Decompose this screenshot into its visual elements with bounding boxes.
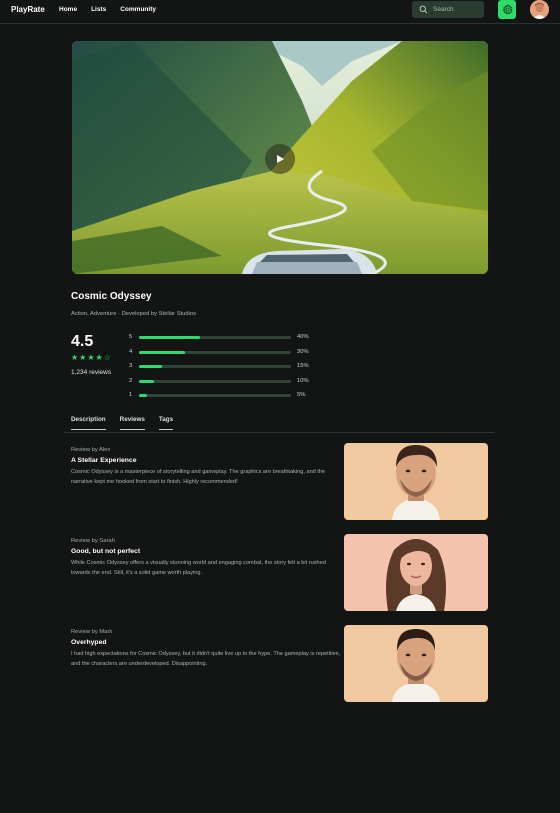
review-author: Review by Mark xyxy=(71,629,113,635)
rating-bar-label: 4 xyxy=(129,348,133,355)
review-author: Review by Sarah xyxy=(71,538,115,544)
rating-bar-pct: 15% xyxy=(297,363,309,370)
star-full-icon: ★ xyxy=(95,353,103,362)
reviewer-portrait xyxy=(344,443,488,520)
gear-icon xyxy=(502,4,513,15)
rating-bar: 3 15% xyxy=(129,362,319,377)
rating-bar-fill xyxy=(139,379,155,383)
rating-bar: 1 5% xyxy=(129,391,319,406)
rating-bar-label: 3 xyxy=(129,363,133,370)
nav-community[interactable]: Community xyxy=(120,6,156,13)
tab-bar: Description Reviews Tags xyxy=(71,416,174,430)
tab-description[interactable]: Description xyxy=(71,416,106,430)
rating-bar-label: 5 xyxy=(129,334,133,340)
hero-media xyxy=(72,41,488,274)
search-icon xyxy=(419,5,428,14)
rating-bar: 2 10% xyxy=(129,377,319,392)
settings-button[interactable] xyxy=(498,0,516,19)
game-title: Cosmic Odyssey xyxy=(71,291,152,302)
rating-bar-fill xyxy=(139,350,185,354)
play-button[interactable] xyxy=(265,144,295,174)
search-box[interactable] xyxy=(412,1,484,18)
rating-bar-label: 1 xyxy=(129,392,133,399)
review-text: Cosmic Odyssey is a masterpiece of story… xyxy=(71,469,326,485)
review-card: Review by Mark Overhyped I had high expe… xyxy=(71,625,489,707)
tab-tags[interactable]: Tags xyxy=(158,416,174,430)
tab-reviews[interactable]: Reviews xyxy=(119,416,145,430)
avatar[interactable] xyxy=(530,0,549,19)
logo[interactable]: PlayRate xyxy=(11,5,45,14)
review-author: Review by Alex xyxy=(71,447,111,453)
rating-bar-fill xyxy=(139,365,162,369)
review-text: I had high expectations for Cosmic Odyss… xyxy=(71,651,341,667)
rating-bar-fill xyxy=(139,336,200,339)
review-title: A Stellar Experience xyxy=(71,457,137,464)
review-card: Review by Alex A Stellar Experience Cosm… xyxy=(71,443,489,525)
star-full-icon: ★ xyxy=(79,353,87,362)
rating-bar: 5 40% xyxy=(129,333,319,348)
nav-lists[interactable]: Lists xyxy=(91,6,106,13)
star-full-icon: ★ xyxy=(87,353,95,362)
reviewer-portrait xyxy=(344,625,488,702)
star-empty-icon: ☆ xyxy=(103,353,111,362)
rating-bar-fill xyxy=(139,394,147,398)
rating-bar: 4 30% xyxy=(129,348,319,363)
rating-bar-label: 2 xyxy=(129,377,133,384)
reviewer-portrait xyxy=(344,534,488,611)
review-text: While Cosmic Odyssey offers a visually s… xyxy=(71,560,326,576)
play-icon xyxy=(277,155,284,163)
review-card: Review by Sarah Good, but not perfect Wh… xyxy=(71,534,489,616)
top-bar: PlayRate Home Lists Community xyxy=(0,0,560,24)
search-input[interactable] xyxy=(433,6,483,13)
rating-bar-pct: 10% xyxy=(297,377,309,384)
rating-stars: ★ ★ ★ ★ ☆ xyxy=(71,354,111,362)
rating-bar-pct: 40% xyxy=(297,334,309,340)
review-title: Good, but not perfect xyxy=(71,548,141,555)
rating-score: 4.5 xyxy=(71,333,94,350)
star-full-icon: ★ xyxy=(71,353,79,362)
rating-bar-pct: 5% xyxy=(297,392,306,399)
divider xyxy=(64,432,494,433)
review-title: Overhyped xyxy=(71,639,107,646)
game-meta: Action, Adventure · Developed by Stellar… xyxy=(71,311,197,317)
nav-home[interactable]: Home xyxy=(59,6,77,13)
main-nav: Home Lists Community xyxy=(59,6,156,13)
reviews-count: 1,234 reviews xyxy=(71,369,112,376)
rating-distribution: 5 40% 4 30% 3 15% 2 10% 1 5% xyxy=(129,333,319,406)
rating-bar-pct: 30% xyxy=(297,348,309,355)
